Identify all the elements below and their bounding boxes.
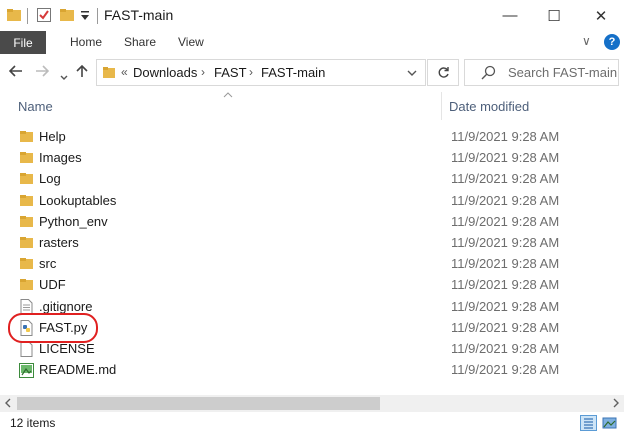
file-name: Python_env (39, 213, 108, 229)
folder-icon (6, 7, 22, 28)
file-name: LICENSE (39, 340, 95, 356)
horizontal-scrollbar[interactable] (0, 395, 624, 412)
recent-locations-icon[interactable] (60, 68, 68, 85)
folder-icon (19, 256, 34, 270)
item-count: 12 items (10, 416, 56, 430)
up-arrow-icon[interactable] (76, 64, 88, 82)
tab-file[interactable]: File (0, 31, 46, 54)
file-name: rasters (39, 234, 79, 250)
address-row: « Downloads › FAST › FAST-main Search FA… (0, 54, 624, 92)
file-date: 11/9/2021 9:28 AM (451, 129, 560, 144)
list-item[interactable]: Log 11/9/2021 9:28 AM (0, 168, 624, 189)
search-input[interactable]: Search FAST-main (464, 59, 619, 86)
details-view-icon[interactable] (580, 415, 597, 431)
search-placeholder: Search FAST-main (508, 65, 618, 80)
list-item[interactable]: Python_env 11/9/2021 9:28 AM (0, 211, 624, 232)
breadcrumb-overflow-icon[interactable]: « (121, 65, 128, 79)
file-name: Images (39, 150, 82, 166)
column-header-date-modified[interactable]: Date modified (449, 99, 529, 114)
folder-icon (19, 277, 34, 291)
column-headers: Name Date modified (0, 92, 624, 120)
new-folder-icon[interactable] (59, 7, 75, 28)
status-bar: 12 items (0, 412, 624, 435)
file-list: Help 11/9/2021 9:28 AM Images 11/9/2021 … (0, 126, 624, 380)
minimize-button[interactable]: — (487, 0, 533, 31)
ribbon: File Home Share View ∨ ? (0, 31, 624, 54)
close-button[interactable]: ✕ (578, 0, 624, 31)
chevron-right-icon[interactable]: › (201, 65, 205, 79)
markdown-file-icon (19, 362, 34, 379)
back-arrow-icon[interactable] (8, 64, 23, 81)
tab-home[interactable]: Home (70, 35, 102, 49)
folder-icon (19, 214, 34, 228)
text-file-icon (19, 298, 34, 315)
list-item[interactable]: .gitignore 11/9/2021 9:28 AM (0, 296, 624, 317)
list-item[interactable]: LICENSE 11/9/2021 9:28 AM (0, 338, 624, 359)
breadcrumb-fast[interactable]: FAST (214, 65, 247, 80)
address-dropdown-icon[interactable] (407, 65, 417, 79)
scroll-left-icon[interactable] (4, 396, 12, 413)
file-date: 11/9/2021 9:28 AM (451, 340, 560, 356)
list-item[interactable]: Lookuptables 11/9/2021 9:28 AM (0, 190, 624, 211)
scrollbar-thumb[interactable] (17, 397, 380, 410)
list-item[interactable]: README.md 11/9/2021 9:28 AM (0, 359, 624, 380)
scroll-right-icon[interactable] (612, 396, 620, 413)
folder-icon (19, 150, 34, 164)
file-date: 11/9/2021 9:28 AM (451, 213, 560, 229)
folder-icon (19, 193, 34, 207)
list-item[interactable]: Images 11/9/2021 9:28 AM (0, 147, 624, 168)
file-date: 11/9/2021 9:28 AM (451, 256, 560, 272)
file-name: UDF (39, 277, 66, 293)
sort-up-icon (223, 90, 233, 101)
file-date: 11/9/2021 9:28 AM (451, 192, 560, 208)
file-date: 11/9/2021 9:28 AM (451, 277, 560, 293)
tab-view[interactable]: View (178, 35, 204, 49)
file-date: 11/9/2021 9:28 AM (451, 319, 560, 335)
maximize-button[interactable]: ☐ (531, 0, 577, 31)
file-name: README.md (39, 362, 117, 378)
search-icon (481, 65, 496, 85)
chevron-right-icon[interactable]: › (249, 65, 253, 79)
folder-icon (102, 66, 116, 84)
toolbar-separator (27, 8, 28, 24)
expand-ribbon-button[interactable]: ∨ (582, 34, 591, 48)
file-name: .gitignore (39, 298, 93, 314)
list-item[interactable]: Help 11/9/2021 9:28 AM (0, 126, 624, 147)
file-name: src (39, 256, 57, 272)
file-date: 11/9/2021 9:28 AM (451, 171, 560, 187)
address-bar[interactable]: « Downloads › FAST › FAST-main (96, 59, 426, 86)
file-name: Lookuptables (39, 192, 117, 208)
window-title: FAST-main (104, 7, 174, 23)
file-date: 11/9/2021 9:28 AM (451, 150, 560, 166)
tab-share[interactable]: Share (124, 35, 156, 49)
folder-icon (19, 129, 34, 143)
refresh-icon (438, 67, 449, 78)
file-name: Help (39, 129, 66, 144)
forward-arrow-icon[interactable] (35, 64, 50, 81)
folder-icon (19, 235, 34, 249)
list-item[interactable]: src 11/9/2021 9:28 AM (0, 253, 624, 274)
breadcrumb-downloads[interactable]: Downloads (133, 65, 197, 80)
customize-toolbar-icon[interactable] (80, 9, 90, 27)
title-bar: FAST-main — ☐ ✕ (0, 0, 624, 31)
highlight-annotation (8, 313, 98, 343)
file-date: 11/9/2021 9:28 AM (451, 362, 560, 378)
file-date: 11/9/2021 9:28 AM (451, 298, 560, 314)
help-button[interactable]: ? (604, 34, 620, 50)
column-header-name[interactable]: Name (18, 99, 53, 114)
properties-icon[interactable] (36, 7, 52, 28)
list-item[interactable]: rasters 11/9/2021 9:28 AM (0, 232, 624, 253)
list-item[interactable]: UDF 11/9/2021 9:28 AM (0, 274, 624, 295)
column-divider[interactable] (441, 92, 442, 120)
file-name: Log (39, 171, 61, 187)
toolbar-separator (97, 8, 98, 24)
file-date: 11/9/2021 9:28 AM (451, 234, 560, 250)
refresh-button[interactable] (427, 59, 459, 86)
breadcrumb-fast-main[interactable]: FAST-main (261, 65, 325, 80)
large-icons-view-icon[interactable] (601, 415, 618, 431)
folder-icon (19, 171, 34, 185)
